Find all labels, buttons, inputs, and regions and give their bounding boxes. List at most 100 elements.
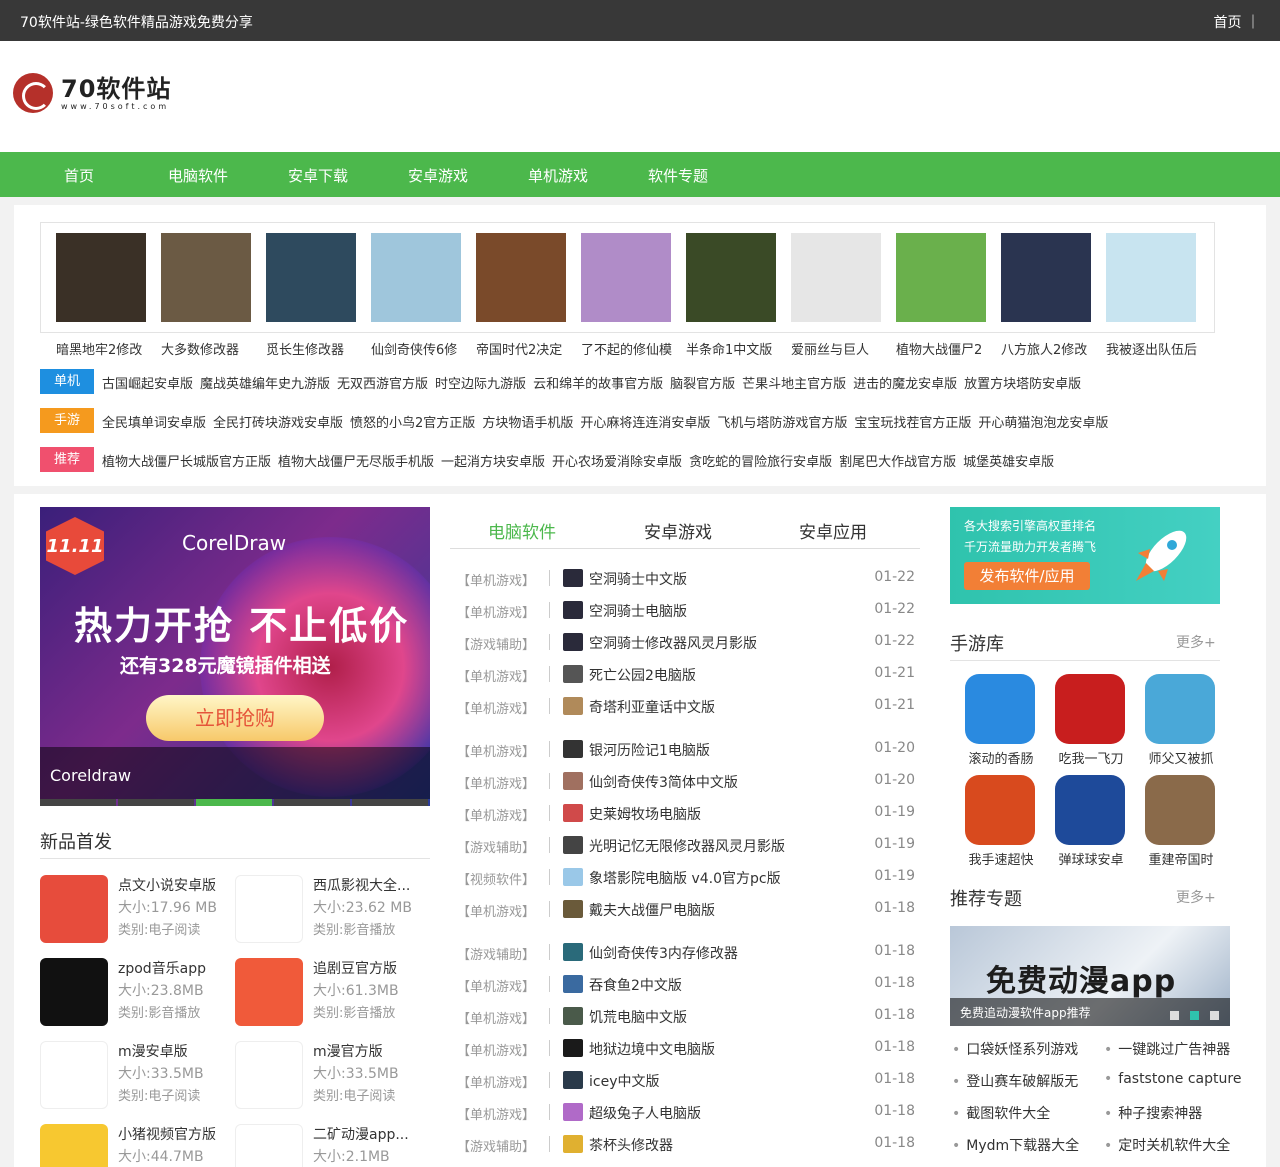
game-name[interactable]: 暗黑地牢2修改 (56, 339, 148, 358)
new-app-item[interactable]: 二矿动漫app... 大小:2.1MB (235, 1124, 425, 1167)
promo-banner[interactable]: 11.11 CorelDraw 热力开抢 不止低价 还有328元魔镜插件相送 立… (40, 507, 430, 806)
tag-link[interactable]: 植物大战僵尸无尽版手机版 (278, 455, 434, 470)
list-item[interactable]: 【游戏辅助】 仙剑奇侠传3内存修改器 01-18 (457, 942, 917, 964)
mobile-game-tile[interactable]: 滚动的香肠 (960, 674, 1042, 767)
item-title[interactable]: 空洞骑士中文版 (589, 569, 687, 589)
app-title[interactable]: 小猪视频官方版 (118, 1124, 230, 1144)
topic-dot[interactable] (1190, 1011, 1199, 1020)
item-category[interactable]: 【单机游戏】 (457, 1072, 535, 1091)
tab-android-games[interactable]: 安卓游戏 (644, 518, 712, 543)
game-thumbnail[interactable] (476, 233, 566, 322)
tab-android-apps[interactable]: 安卓应用 (799, 518, 867, 543)
nav-android-download[interactable]: 安卓下载 (288, 165, 348, 186)
item-title[interactable]: 仙剑奇侠传3简体中文版 (589, 772, 738, 792)
app-title[interactable]: m漫安卓版 (118, 1041, 230, 1061)
tag-link[interactable]: 魔战英雄编年史九游版 (200, 377, 330, 392)
banner-dot[interactable] (274, 799, 350, 806)
game-card[interactable]: 我被逐出队伍后 (1106, 233, 1198, 358)
app-title[interactable]: zpod音乐app (118, 958, 230, 978)
game-name[interactable]: 我被逐出队伍后 (1106, 339, 1198, 358)
item-category[interactable]: 【单机游戏】 (457, 805, 535, 824)
mobile-game-tile[interactable]: 师父又被抓 (1140, 674, 1222, 767)
banner-dot[interactable] (40, 799, 116, 806)
item-category[interactable]: 【单机游戏】 (457, 698, 535, 717)
game-name[interactable]: 八方旅人2修改 (1001, 339, 1093, 358)
topic-link[interactable]: 定时关机软件大全 (1104, 1135, 1230, 1155)
tag-link[interactable]: 飞机与塔防游戏官方版 (717, 416, 847, 431)
topic-dot[interactable] (1170, 1011, 1179, 1020)
mobile-game-icon[interactable] (1145, 775, 1215, 845)
item-title[interactable]: 银河历险记1电脑版 (589, 740, 710, 760)
mobile-game-tile[interactable]: 重建帝国时 (1140, 775, 1222, 868)
item-title[interactable]: 光明记忆无限修改器风灵月影版 (589, 836, 785, 856)
app-title[interactable]: 追剧豆官方版 (313, 958, 425, 978)
list-item[interactable]: 【游戏辅助】 光明记忆无限修改器风灵月影版 01-19 (457, 835, 917, 857)
item-title[interactable]: 茶杯头修改器 (589, 1135, 673, 1155)
list-item[interactable]: 【单机游戏】 戴夫大战僵尸电脑版 01-18 (457, 899, 917, 921)
tag-link[interactable]: 愤怒的小鸟2官方正版 (350, 416, 475, 431)
game-name[interactable]: 仙剑奇侠传6修 (371, 339, 463, 358)
game-thumbnail[interactable] (56, 233, 146, 322)
game-card[interactable]: 帝国时代2决定 (476, 233, 568, 358)
game-name[interactable]: 爱丽丝与巨人 (791, 339, 883, 358)
item-title[interactable]: 仙剑奇侠传3内存修改器 (589, 943, 738, 963)
nav-pc-games[interactable]: 单机游戏 (528, 165, 588, 186)
item-title[interactable]: 空洞骑士电脑版 (589, 601, 687, 621)
game-thumbnail[interactable] (1001, 233, 1091, 322)
tag-link[interactable]: 云和绵羊的故事官方版 (533, 377, 663, 392)
mobile-game-name[interactable]: 弹球球安卓 (1050, 849, 1132, 868)
tag-link[interactable]: 城堡英雄安卓版 (963, 455, 1054, 470)
mobile-games-more-link[interactable]: 更多+ (1176, 632, 1216, 652)
tag-link[interactable]: 一起消方块安卓版 (441, 455, 545, 470)
game-name[interactable]: 觅长生修改器 (266, 339, 358, 358)
tag-link[interactable]: 方块物语手机版 (482, 416, 573, 431)
game-card[interactable]: 爱丽丝与巨人 (791, 233, 883, 358)
new-app-item[interactable]: 小猪视频官方版 大小:44.7MB (40, 1124, 230, 1167)
topic-link[interactable]: Mydm下载器大全 (952, 1135, 1079, 1155)
item-category[interactable]: 【单机游戏】 (457, 570, 535, 589)
tag-link[interactable]: 宝宝玩找茬官方正版 (854, 416, 971, 431)
app-icon[interactable] (235, 875, 303, 943)
list-item[interactable]: 【单机游戏】 银河历险记1电脑版 01-20 (457, 739, 917, 761)
mobile-game-name[interactable]: 师父又被抓 (1140, 748, 1222, 767)
mobile-game-icon[interactable] (1055, 674, 1125, 744)
game-thumbnail[interactable] (581, 233, 671, 322)
game-thumbnail[interactable] (1106, 233, 1196, 322)
app-icon[interactable] (40, 1124, 108, 1167)
tag-link[interactable]: 开心麻将连连消安卓版 (580, 416, 710, 431)
tab-pc-software[interactable]: 电脑软件 (488, 518, 556, 543)
game-card[interactable]: 植物大战僵尸2 (896, 233, 988, 358)
list-item[interactable]: 【游戏辅助】 空洞骑士修改器风灵月影版 01-22 (457, 632, 917, 654)
nav-android-games[interactable]: 安卓游戏 (408, 165, 468, 186)
game-card[interactable]: 觅长生修改器 (266, 233, 358, 358)
mobile-game-tile[interactable]: 吃我一飞刀 (1050, 674, 1132, 767)
item-title[interactable]: 戴夫大战僵尸电脑版 (589, 900, 715, 920)
item-title[interactable]: 空洞骑士修改器风灵月影版 (589, 633, 757, 653)
app-icon[interactable] (40, 1041, 108, 1109)
game-thumbnail[interactable] (896, 233, 986, 322)
new-app-item[interactable]: 点文小说安卓版 大小:17.96 MB 类别:电子阅读 (40, 875, 230, 945)
publish-ad[interactable]: 各大搜索引擎高权重排名 千万流量助力开发者腾飞 发布软件/应用 (950, 507, 1220, 604)
mobile-game-name[interactable]: 吃我一飞刀 (1050, 748, 1132, 767)
game-name[interactable]: 植物大战僵尸2 (896, 339, 988, 358)
app-icon[interactable] (235, 1124, 303, 1167)
mobile-game-name[interactable]: 我手速超快 (960, 849, 1042, 868)
mobile-game-icon[interactable] (965, 674, 1035, 744)
item-category[interactable]: 【单机游戏】 (457, 741, 535, 760)
topic-link[interactable]: 口袋妖怪系列游戏 (952, 1039, 1078, 1059)
mobile-game-tile[interactable]: 我手速超快 (960, 775, 1042, 868)
tag-link[interactable]: 脑裂官方版 (670, 377, 735, 392)
tag-link[interactable]: 割尾巴大作战官方版 (839, 455, 956, 470)
tag-link[interactable]: 全民填单词安卓版 (102, 416, 206, 431)
new-app-item[interactable]: 西瓜影视大全... 大小:23.62 MB 类别:影音播放 (235, 875, 425, 945)
item-category[interactable]: 【视频软件】 (457, 869, 535, 888)
item-category[interactable]: 【单机游戏】 (457, 1104, 535, 1123)
list-item[interactable]: 【单机游戏】 地狱边境中文电脑版 01-18 (457, 1038, 917, 1060)
home-link[interactable]: 首页 ｜ (1214, 12, 1260, 32)
item-category[interactable]: 【单机游戏】 (457, 976, 535, 995)
game-thumbnail[interactable] (266, 233, 356, 322)
list-item[interactable]: 【单机游戏】 仙剑奇侠传3简体中文版 01-20 (457, 771, 917, 793)
tag-link[interactable]: 开心农场爱消除安卓版 (552, 455, 682, 470)
list-item[interactable]: 【单机游戏】 死亡公园2电脑版 01-21 (457, 664, 917, 686)
item-category[interactable]: 【单机游戏】 (457, 666, 535, 685)
